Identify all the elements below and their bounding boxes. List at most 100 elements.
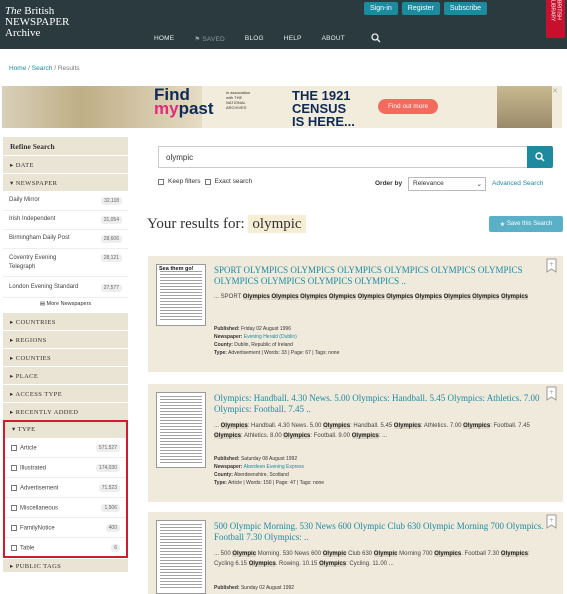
highlight: Olympics (220, 423, 248, 429)
more-newspapers-label: More Newspapers (46, 301, 92, 307)
svg-text:+: + (549, 517, 554, 524)
nav-home[interactable]: HOME (154, 35, 174, 43)
order-by-label: Order by (375, 180, 403, 187)
snippet-text: ... SPORT (214, 294, 242, 300)
checkbox[interactable] (11, 444, 17, 451)
result-card[interactable]: + Olympics: Handball. 4.30 News. 5.00 Ol… (148, 384, 563, 502)
type-option[interactable]: FamilyNotice 400 (5, 518, 126, 538)
nav-about[interactable]: ABOUT (322, 35, 345, 43)
published-date: Sunday 02 August 1992 (240, 585, 295, 591)
facet-label: PLACE (15, 373, 39, 380)
newspaper-item[interactable]: Birmingham Daily Post 28,606 (3, 230, 128, 249)
type-option[interactable]: Miscellaneous 1,506 (5, 498, 126, 518)
top-bar: The British NEWSPAPER Archive Sign-in Re… (0, 0, 567, 49)
facet-label: COUNTRIES (15, 319, 56, 326)
register-button[interactable]: Register (401, 2, 440, 15)
more-newspapers-link[interactable]: ▤ More Newspapers (3, 298, 128, 310)
newspaper-link[interactable]: Evening Herald (Dublin) (244, 334, 297, 340)
newspaper-item[interactable]: Coventry Evening Telegraph 28,121 (3, 249, 128, 277)
newspaper-link[interactable]: Aberdeen Evening Express (243, 464, 304, 470)
result-title[interactable]: Olympics: Handball. 4.30 News. 5.00 Olym… (214, 393, 544, 415)
published-date: Friday 02 August 1996 (240, 326, 291, 332)
list-icon: ▤ (39, 301, 46, 307)
search-icon[interactable] (371, 33, 381, 43)
bookmark-icon[interactable]: + (546, 514, 557, 529)
nav-blog[interactable]: BLOG (245, 35, 264, 43)
result-title[interactable]: SPORT OLYMPICS OLYMPICS OLYMPICS OLYMPIC… (214, 265, 544, 287)
facet-countries[interactable]: ▸ COUNTRIES (3, 312, 128, 330)
facet-type[interactable]: ▾ TYPE (5, 422, 126, 438)
close-icon[interactable]: ✕ (552, 87, 558, 95)
exact-search-checkbox[interactable] (204, 178, 211, 185)
subscribe-button[interactable]: Subscribe (443, 2, 488, 15)
refine-sidebar: Refine Search ▸ DATE ▾ NEWSPAPER Daily M… (3, 137, 128, 572)
checkbox[interactable] (11, 504, 17, 511)
highlight: Olympics (500, 294, 528, 300)
checkbox[interactable] (11, 484, 17, 491)
breadcrumb-results: Results (57, 65, 80, 72)
highlight: Olympics (283, 432, 311, 439)
facet-newspaper-label: NEWSPAPER (15, 180, 58, 187)
breadcrumb-home[interactable]: Home (9, 65, 26, 72)
checkbox[interactable] (11, 544, 17, 551)
breadcrumb: Home / Search / Results (9, 65, 80, 72)
result-thumbnail[interactable] (156, 520, 206, 594)
sign-in-button[interactable]: Sign-in (364, 2, 398, 15)
facet-newspaper[interactable]: ▾ NEWSPAPER (3, 173, 128, 191)
advanced-search-link[interactable]: Advanced Search (492, 180, 543, 187)
type-option[interactable]: Article 571,527 (5, 438, 126, 458)
breadcrumb-search[interactable]: Search (32, 65, 53, 72)
result-title[interactable]: 500 Olympic Morning. 530 News 600 Olympi… (214, 521, 544, 543)
count-badge: 27,577 (100, 284, 122, 292)
chevron-down-icon: ⌄ (476, 181, 482, 188)
find-out-more-button[interactable]: Find out more (378, 99, 439, 114)
caret-right-icon: ▸ (10, 162, 14, 169)
result-snippet: ... 500 Olympic Morning. 530 News 600 Ol… (214, 551, 530, 567)
ad-banner[interactable]: Find mypast in association with THE NATI… (2, 86, 562, 128)
bookmark-icon[interactable]: + (546, 258, 557, 273)
british-library-badge[interactable]: BRITISH LIBRARY (546, 0, 565, 38)
nav-help[interactable]: HELP (284, 35, 302, 43)
facet-place[interactable]: ▸ PLACE (3, 366, 128, 384)
save-search-label: Save this Search (506, 221, 553, 227)
facet-recently-added[interactable]: ▸ RECENTLY ADDED (3, 402, 128, 420)
bookmark-icon[interactable]: + (546, 386, 557, 401)
type-name: Table (20, 545, 35, 552)
facet-label: ACCESS TYPE (15, 391, 63, 398)
refine-search-title: Refine Search (3, 137, 128, 155)
newspaper-item[interactable]: London Evening Standard 27,577 (3, 277, 128, 298)
keep-filters-checkbox[interactable] (158, 178, 164, 185)
highlight: Olympics (319, 560, 347, 567)
census-headline: THE 1921 CENSUS IS HERE... (292, 89, 355, 128)
result-meta: Published: Sunday 02 August 1992 (214, 585, 295, 591)
save-search-button[interactable]: ★ Save this Search (489, 216, 563, 232)
nav-saved-label: SAVED (202, 36, 225, 43)
result-thumbnail[interactable] (156, 392, 206, 468)
type-option[interactable]: Illustrated 174,030 (5, 458, 126, 478)
newspaper-item[interactable]: Irish Independent 31,054 (3, 211, 128, 230)
svg-text:+: + (549, 261, 554, 268)
result-thumbnail[interactable]: Sea them go! (156, 264, 206, 326)
facet-public-tags[interactable]: ▸ PUBLIC TAGS (3, 558, 128, 572)
newspaper-item[interactable]: Daily Mirror 32,118 (3, 191, 128, 211)
facet-regions[interactable]: ▸ REGIONS (3, 330, 128, 348)
checkbox[interactable] (11, 464, 17, 471)
type-option[interactable]: Table 6 (5, 538, 126, 556)
highlight: Olympics (472, 294, 500, 300)
result-card[interactable]: Sea them go! + SPORT OLYMPICS OLYMPICS O… (148, 256, 563, 372)
order-by-select[interactable]: Relevance ⌄ (408, 177, 486, 191)
facet-access-type[interactable]: ▸ ACCESS TYPE (3, 384, 128, 402)
caret-right-icon: ▸ (10, 319, 14, 326)
search-button[interactable] (527, 146, 553, 168)
results-query: olympic (248, 215, 306, 233)
checkbox[interactable] (11, 524, 17, 531)
result-card[interactable]: + 500 Olympic Morning. 530 News 600 Olym… (148, 512, 563, 594)
search-input[interactable]: olympic (158, 146, 528, 168)
nav-saved[interactable]: ⚑ SAVED (194, 35, 225, 43)
type-option[interactable]: Advertisement 71,523 (5, 478, 126, 498)
facet-counties[interactable]: ▸ COUNTIES (3, 348, 128, 366)
count-badge: 400 (105, 524, 120, 532)
auth-buttons: Sign-in Register Subscribe (364, 2, 488, 15)
facet-date[interactable]: ▸ DATE (3, 155, 128, 173)
site-logo[interactable]: The British NEWSPAPER Archive (5, 6, 69, 39)
